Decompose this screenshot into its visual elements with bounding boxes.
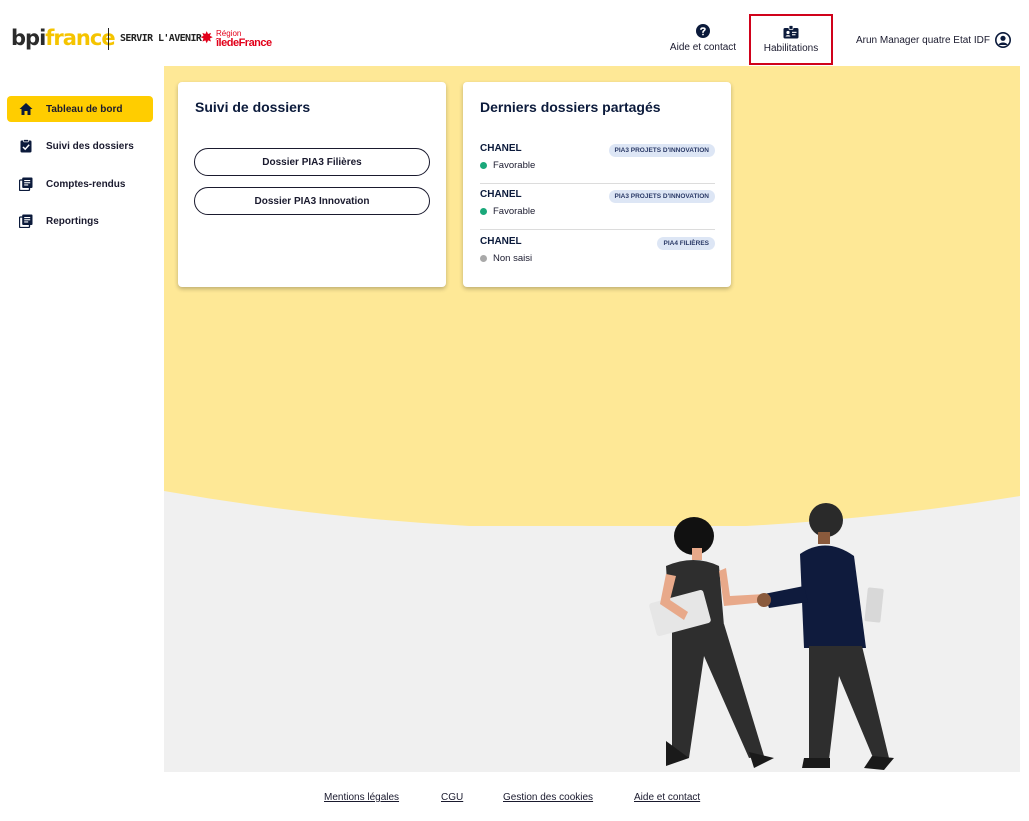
dossier-name: CHANEL [480,143,522,154]
habilitations-button[interactable]: Habilitations [749,14,833,65]
status-dot [480,162,487,169]
card-title: Suivi de dossiers [195,99,311,115]
footer: Mentions légales CGU Gestion des cookies… [0,772,1029,821]
dossier-status: Non saisi [480,253,532,264]
status-dot [480,255,487,262]
footer-link-mentions-legales[interactable]: Mentions légales [324,792,399,803]
logo-divider [108,28,109,50]
question-circle-icon [696,24,710,38]
clipboard-check-icon [20,139,32,153]
sidebar-item-comptes-rendus[interactable]: Comptes-rendus [7,171,153,197]
region-idf-logo: ✸ Région îledeFrance [200,29,275,51]
dashboard-main: Suivi de dossiers Dossier PIA3 Filières … [164,66,1020,772]
home-icon [19,103,33,115]
status-label: Non saisi [493,253,533,264]
dossier-status: Favorable [480,206,535,217]
region-name: îledeFrance [216,37,272,49]
card-suivi-de-dossiers: Suivi de dossiers Dossier PIA3 Filières … [178,82,446,287]
help-contact-button[interactable]: Aide et contact [664,14,742,64]
user-name: Arun Manager quatre Etat IDF [856,34,990,46]
dossier-name: CHANEL [480,236,522,247]
status-label: Favorable [493,206,536,217]
list-item[interactable]: CHANEL Non saisi PIA4 FILIÈRES [480,231,715,277]
dossier-status: Favorable [480,160,535,171]
footer-link-gestion-cookies[interactable]: Gestion des cookies [503,792,593,803]
card-derniers-dossiers: Derniers dossiers partagés CHANEL Favora… [463,82,731,287]
card-title: Derniers dossiers partagés [480,99,661,115]
footer-link-aide-contact[interactable]: Aide et contact [634,792,700,803]
region-star-icon: ✸ [200,30,214,47]
program-badge: PIA3 PROJETS D'INNOVATION [608,190,715,203]
document-stack-icon [19,177,33,191]
user-menu[interactable]: Arun Manager quatre Etat IDF [856,31,1011,49]
sidebar-item-label: Reportings [46,215,99,227]
sidebar: Tableau de bord Suivi des dossiers Compt… [0,66,164,772]
sidebar-item-reportings[interactable]: Reportings [7,208,153,234]
logo-france-text: france [45,26,115,50]
help-contact-label: Aide et contact [669,42,737,53]
header: bpifrance SERVIR L'AVENIR ✸ Région îlede… [0,0,1029,66]
logo-bpi-text: bpi [11,26,46,50]
handshake-illustration [649,503,894,770]
status-dot [480,208,487,215]
dossier-pia3-filieres-button[interactable]: Dossier PIA3 Filières [194,148,430,176]
list-item[interactable]: CHANEL Favorable PIA3 PROJETS D'INNOVATI… [480,184,715,230]
user-circle-icon [994,32,1011,48]
sidebar-item-label: Comptes-rendus [46,178,126,190]
sidebar-item-suivi-des-dossiers[interactable]: Suivi des dossiers [7,133,153,159]
id-badge-icon [783,25,799,39]
dossier-name: CHANEL [480,189,522,200]
bpifrance-logo[interactable]: bpifrance [11,25,116,51]
sidebar-item-label: Suivi des dossiers [46,140,134,152]
program-badge: PIA4 FILIÈRES [657,237,715,250]
program-badge: PIA3 PROJETS D'INNOVATION [608,144,715,157]
divider [480,229,715,230]
sidebar-item-tableau-de-bord[interactable]: Tableau de bord [7,96,153,122]
sidebar-item-label: Tableau de bord [46,103,123,115]
list-item[interactable]: CHANEL Favorable PIA3 PROJETS D'INNOVATI… [480,138,715,184]
status-label: Favorable [493,160,536,171]
document-stack-icon [19,214,33,228]
slogan: SERVIR L'AVENIR [120,33,202,44]
dossier-pia3-innovation-button[interactable]: Dossier PIA3 Innovation [194,187,430,215]
habilitations-label: Habilitations [763,43,819,54]
footer-link-cgu[interactable]: CGU [441,792,463,803]
